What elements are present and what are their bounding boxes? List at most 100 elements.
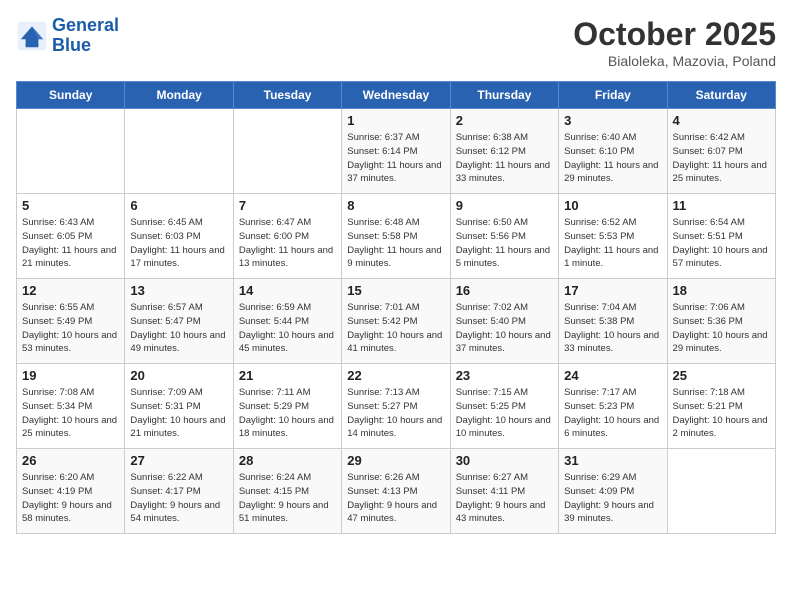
day-detail: Sunrise: 7:09 AMSunset: 5:31 PMDaylight:… [130,386,227,441]
calendar-cell: 12 Sunrise: 6:55 AMSunset: 5:49 PMDayligh… [17,279,125,364]
day-detail: Sunrise: 7:02 AMSunset: 5:40 PMDaylight:… [456,301,553,356]
day-number: 16 [456,283,553,298]
day-number: 12 [22,283,119,298]
day-number: 5 [22,198,119,213]
calendar-header-row: SundayMondayTuesdayWednesdayThursdayFrid… [17,82,776,109]
day-detail: Sunrise: 7:08 AMSunset: 5:34 PMDaylight:… [22,386,119,441]
day-number: 4 [673,113,770,128]
day-detail: Sunrise: 6:37 AMSunset: 6:14 PMDaylight:… [347,131,444,186]
logo-icon [16,20,48,52]
header-tuesday: Tuesday [233,82,341,109]
logo-line1: General [52,15,119,35]
day-number: 19 [22,368,119,383]
day-detail: Sunrise: 7:13 AMSunset: 5:27 PMDaylight:… [347,386,444,441]
calendar-cell: 20 Sunrise: 7:09 AMSunset: 5:31 PMDayligh… [125,364,233,449]
calendar-cell: 29 Sunrise: 6:26 AMSunset: 4:13 PMDayligh… [342,449,450,534]
day-number: 24 [564,368,661,383]
day-detail: Sunrise: 6:45 AMSunset: 6:03 PMDaylight:… [130,216,227,271]
day-detail: Sunrise: 6:48 AMSunset: 5:58 PMDaylight:… [347,216,444,271]
header-monday: Monday [125,82,233,109]
calendar-cell: 8 Sunrise: 6:48 AMSunset: 5:58 PMDaylight… [342,194,450,279]
calendar-cell: 6 Sunrise: 6:45 AMSunset: 6:03 PMDaylight… [125,194,233,279]
day-detail: Sunrise: 7:11 AMSunset: 5:29 PMDaylight:… [239,386,336,441]
page-header: General Blue October 2025 Bialoleka, Maz… [16,16,776,69]
calendar-cell: 31Sunrise: 6:29 AMSunset: 4:09 PMDayligh… [559,449,667,534]
calendar-cell: 23 Sunrise: 7:15 AMSunset: 5:25 PMDayligh… [450,364,558,449]
day-number: 22 [347,368,444,383]
day-number: 13 [130,283,227,298]
day-number: 14 [239,283,336,298]
header-wednesday: Wednesday [342,82,450,109]
day-number: 25 [673,368,770,383]
day-number: 11 [673,198,770,213]
day-detail: Sunrise: 7:18 AMSunset: 5:21 PMDaylight:… [673,386,770,441]
calendar-week-2: 5Sunrise: 6:43 AMSunset: 6:05 PMDaylight… [17,194,776,279]
day-number: 20 [130,368,227,383]
day-detail: Sunrise: 7:01 AMSunset: 5:42 PMDaylight:… [347,301,444,356]
day-number: 27 [130,453,227,468]
header-friday: Friday [559,82,667,109]
day-detail: Sunrise: 6:55 AMSunset: 5:49 PMDaylight:… [22,301,119,356]
calendar-cell [17,109,125,194]
day-number: 2 [456,113,553,128]
day-number: 1 [347,113,444,128]
day-number: 17 [564,283,661,298]
calendar-cell: 11Sunrise: 6:54 AMSunset: 5:51 PMDayligh… [667,194,775,279]
calendar-cell: 1 Sunrise: 6:37 AMSunset: 6:14 PMDaylight… [342,109,450,194]
calendar-cell: 28Sunrise: 6:24 AMSunset: 4:15 PMDayligh… [233,449,341,534]
calendar-week-1: 1 Sunrise: 6:37 AMSunset: 6:14 PMDaylight… [17,109,776,194]
day-number: 15 [347,283,444,298]
day-number: 30 [456,453,553,468]
day-detail: Sunrise: 6:20 AMSunset: 4:19 PMDaylight:… [22,471,119,526]
calendar-cell: 26 Sunrise: 6:20 AMSunset: 4:19 PMDayligh… [17,449,125,534]
calendar-cell: 2 Sunrise: 6:38 AMSunset: 6:12 PMDaylight… [450,109,558,194]
calendar-cell: 14 Sunrise: 6:59 AMSunset: 5:44 PMDayligh… [233,279,341,364]
day-detail: Sunrise: 6:38 AMSunset: 6:12 PMDaylight:… [456,131,553,186]
day-number: 23 [456,368,553,383]
calendar-cell: 18 Sunrise: 7:06 AMSunset: 5:36 PMDayligh… [667,279,775,364]
calendar-cell: 22 Sunrise: 7:13 AMSunset: 5:27 PMDayligh… [342,364,450,449]
calendar-cell [125,109,233,194]
day-number: 8 [347,198,444,213]
calendar-table: SundayMondayTuesdayWednesdayThursdayFrid… [16,81,776,534]
day-detail: Sunrise: 6:59 AMSunset: 5:44 PMDaylight:… [239,301,336,356]
day-number: 26 [22,453,119,468]
day-number: 10 [564,198,661,213]
calendar-cell: 13Sunrise: 6:57 AMSunset: 5:47 PMDayligh… [125,279,233,364]
location-subtitle: Bialoleka, Mazovia, Poland [573,53,776,69]
day-detail: Sunrise: 7:06 AMSunset: 5:36 PMDaylight:… [673,301,770,356]
day-detail: Sunrise: 6:26 AMSunset: 4:13 PMDaylight:… [347,471,444,526]
logo-line2: Blue [52,35,91,55]
calendar-week-5: 26 Sunrise: 6:20 AMSunset: 4:19 PMDayligh… [17,449,776,534]
day-detail: Sunrise: 6:50 AMSunset: 5:56 PMDaylight:… [456,216,553,271]
calendar-cell: 25 Sunrise: 7:18 AMSunset: 5:21 PMDayligh… [667,364,775,449]
header-saturday: Saturday [667,82,775,109]
calendar-cell [667,449,775,534]
header-sunday: Sunday [17,82,125,109]
day-detail: Sunrise: 7:15 AMSunset: 5:25 PMDaylight:… [456,386,553,441]
day-detail: Sunrise: 6:42 AMSunset: 6:07 PMDaylight:… [673,131,770,186]
day-number: 28 [239,453,336,468]
day-detail: Sunrise: 6:52 AMSunset: 5:53 PMDaylight:… [564,216,661,271]
month-title: October 2025 [573,16,776,53]
calendar-cell: 3 Sunrise: 6:40 AMSunset: 6:10 PMDaylight… [559,109,667,194]
calendar-cell: 30Sunrise: 6:27 AMSunset: 4:11 PMDayligh… [450,449,558,534]
calendar-cell: 21Sunrise: 7:11 AMSunset: 5:29 PMDayligh… [233,364,341,449]
day-number: 3 [564,113,661,128]
calendar-cell: 24 Sunrise: 7:17 AMSunset: 5:23 PMDayligh… [559,364,667,449]
title-block: October 2025 Bialoleka, Mazovia, Poland [573,16,776,69]
day-detail: Sunrise: 6:40 AMSunset: 6:10 PMDaylight:… [564,131,661,186]
calendar-cell: 5Sunrise: 6:43 AMSunset: 6:05 PMDaylight… [17,194,125,279]
day-number: 18 [673,283,770,298]
day-number: 29 [347,453,444,468]
calendar-cell: 4 Sunrise: 6:42 AMSunset: 6:07 PMDaylight… [667,109,775,194]
day-detail: Sunrise: 6:47 AMSunset: 6:00 PMDaylight:… [239,216,336,271]
calendar-cell: 16 Sunrise: 7:02 AMSunset: 5:40 PMDayligh… [450,279,558,364]
day-number: 7 [239,198,336,213]
calendar-cell: 10 Sunrise: 6:52 AMSunset: 5:53 PMDayligh… [559,194,667,279]
calendar-cell: 27Sunrise: 6:22 AMSunset: 4:17 PMDayligh… [125,449,233,534]
day-detail: Sunrise: 7:17 AMSunset: 5:23 PMDaylight:… [564,386,661,441]
day-number: 6 [130,198,227,213]
day-number: 31 [564,453,661,468]
day-detail: Sunrise: 7:04 AMSunset: 5:38 PMDaylight:… [564,301,661,356]
